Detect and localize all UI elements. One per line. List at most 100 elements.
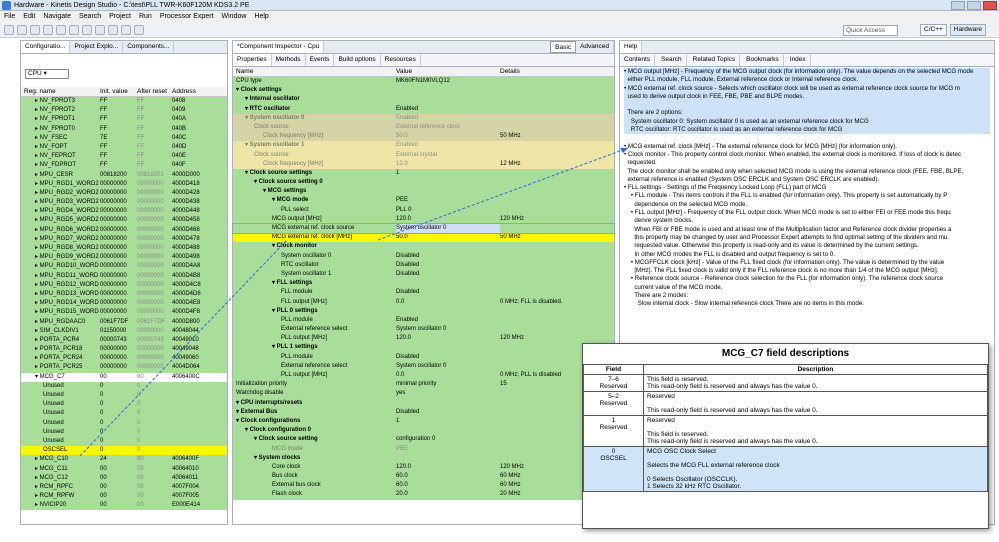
register-row[interactable]: Unused 0 0 xyxy=(21,400,227,410)
property-value[interactable]: 120.0 xyxy=(396,334,500,343)
menu-search[interactable]: Search xyxy=(79,11,101,22)
tab-component-inspector[interactable]: *Component Inspector - Cpu xyxy=(233,41,325,53)
save-icon[interactable] xyxy=(17,24,27,35)
menu-edit[interactable]: Edit xyxy=(23,11,35,22)
register-row[interactable]: ▸ MCG_C11 00 00 40064010 xyxy=(21,464,227,474)
property-row[interactable]: Initialization priority minimal priority 1… xyxy=(233,380,614,390)
property-row[interactable]: ▾ Clock source setting 0 xyxy=(233,178,614,188)
property-row[interactable]: PLL module Disabled xyxy=(233,352,614,362)
property-value[interactable] xyxy=(396,187,500,196)
property-row[interactable]: ▾ Clock configurations 1 xyxy=(233,416,614,427)
debug-icon[interactable] xyxy=(69,24,79,35)
menu-project[interactable]: Project xyxy=(109,11,131,22)
register-row[interactable]: ▸ PORTA_PCR18 00000000 00000000 40049048 xyxy=(21,345,227,355)
property-row[interactable]: External reference select System oscillat… xyxy=(233,325,614,335)
property-value[interactable] xyxy=(396,343,500,352)
property-row[interactable]: FLL output [MHz] 0.0 0 MHz; FLL is disable… xyxy=(233,297,614,307)
property-value[interactable]: System oscillator 0 xyxy=(396,224,500,234)
property-value[interactable]: External reference clock xyxy=(396,123,500,132)
property-value[interactable]: 0.0 xyxy=(396,371,500,380)
print-icon[interactable] xyxy=(30,24,40,35)
register-row[interactable]: OSCSEL 0 0 xyxy=(21,446,227,456)
property-value[interactable]: configuration 0 xyxy=(396,435,500,444)
register-row[interactable]: ▸ NV_FDPROT FF FF 040F xyxy=(21,161,227,171)
register-row[interactable]: ▸ MPU_RGD5_WORD2 00000000 00000000 4000D458 xyxy=(21,216,227,226)
build-icon[interactable] xyxy=(43,24,53,35)
property-value[interactable] xyxy=(396,307,500,316)
register-row[interactable]: ▸ MPU_RGD11_WORD 00000000 00000000 4000D4B8 xyxy=(21,271,227,281)
property-value[interactable]: yes xyxy=(396,389,500,398)
property-value[interactable] xyxy=(396,95,500,104)
register-row[interactable]: ▸ NV_FPROT3 FF FF 0408 xyxy=(21,97,227,107)
property-value[interactable]: Enabled xyxy=(396,114,500,123)
col-name[interactable]: Name xyxy=(233,67,396,76)
property-value[interactable]: Disabled xyxy=(396,353,500,362)
property-row[interactable]: External bus clock 60.0 60 MHz xyxy=(233,481,614,491)
register-row[interactable]: Unused 0 0 xyxy=(21,391,227,401)
register-row[interactable]: Unused 0 0 xyxy=(21,409,227,419)
property-value[interactable]: External crystal xyxy=(396,151,500,160)
property-row[interactable]: Core clock 120.0 120 MHz xyxy=(233,462,614,473)
property-value[interactable]: Enabled xyxy=(396,316,500,325)
register-row[interactable]: ▸ NV_FPROT1 FF FF 040A xyxy=(21,115,227,125)
property-row[interactable]: MCG output [MHz] 120.0 120 MHz xyxy=(233,214,614,224)
register-row[interactable]: ▸ NV_FOPT FF FF 040D xyxy=(21,142,227,153)
property-row[interactable]: ▾ RTC oscillator Enabled xyxy=(233,104,614,114)
property-value[interactable] xyxy=(396,178,500,187)
register-row[interactable]: ▸ PORTA_PCR24 00000000 00000000 40049060 xyxy=(21,354,227,364)
perspective-hardware[interactable]: Hardware xyxy=(949,24,986,36)
register-row[interactable]: ▸ MPU_RGD6_WORD2 00000000 00000000 4000D468 xyxy=(21,225,227,235)
register-row[interactable]: ▸ RCM_RPFW 00 00 4007F005 xyxy=(21,492,227,502)
property-row[interactable]: MCG mode PEE xyxy=(233,444,614,454)
tab-resources[interactable]: Resources xyxy=(381,54,421,66)
property-row[interactable]: FLL module Disabled xyxy=(233,288,614,298)
property-value[interactable]: 50.0 xyxy=(396,132,500,141)
cpu-select[interactable]: CPU ▾ xyxy=(25,69,69,79)
tab-project-explorer[interactable]: Project Explo... xyxy=(70,41,124,53)
register-row[interactable]: ▸ MPU_RGD1_WORD2 00000000 00000000 4000D418 xyxy=(21,179,227,189)
property-row[interactable]: ▾ Clock monitor xyxy=(233,242,614,252)
property-row[interactable]: ▾ External Bus Disabled xyxy=(233,407,614,417)
register-row[interactable]: Unused 0 0 xyxy=(21,427,227,437)
property-row[interactable]: RTC oscillator Disabled xyxy=(233,260,614,270)
clean-icon[interactable] xyxy=(56,24,66,35)
property-row[interactable]: MCG external ref. clock [MHz] 50.0 50 MHz xyxy=(233,233,614,243)
quick-access-input[interactable]: Quick Access xyxy=(843,25,898,36)
property-value[interactable]: 1 xyxy=(396,417,500,426)
property-value[interactable]: minimal priority xyxy=(396,380,500,389)
property-value[interactable]: 120.0 xyxy=(396,463,500,472)
register-row[interactable]: ▸ MPU_RGD13_WORD 00000000 00000000 4000D4D8 xyxy=(21,289,227,300)
menu-run[interactable]: Run xyxy=(139,11,152,22)
register-row[interactable]: ▸ MPU_RGD9_WORD2 00000000 00000000 4000D498 xyxy=(21,253,227,263)
property-value[interactable]: 50.0 xyxy=(396,233,500,242)
property-row[interactable]: ▾ PLL 0 settings xyxy=(233,306,614,316)
register-row[interactable]: ▸ MPU_RGD2_WORD2 00000000 00000000 4000D428 xyxy=(21,188,227,199)
help-contents-button[interactable]: Contents xyxy=(620,54,656,66)
property-value[interactable]: MK60FN1M0VLQ12 xyxy=(396,77,500,86)
property-row[interactable]: ▾ MCG mode PEE xyxy=(233,196,614,206)
forward-icon[interactable] xyxy=(134,24,144,35)
property-row[interactable]: ▾ FLL settings xyxy=(233,279,614,289)
register-row[interactable]: ▸ SIM_CLKDIV1 01150000 00000000 40048044 xyxy=(21,326,227,336)
property-row[interactable]: System oscillator 1 Disabled xyxy=(233,269,614,280)
property-value[interactable]: 120.0 xyxy=(396,215,500,224)
register-row[interactable]: ▸ NVICIP20 00 00 E000E414 xyxy=(21,501,227,511)
register-row[interactable]: ▸ PORTA_PCR25 00000000 00000000 4004D064 xyxy=(21,363,227,373)
register-row[interactable]: ▸ MPU_RGD4_WORD2 00000000 00000000 4000D448 xyxy=(21,207,227,217)
col-after-reset[interactable]: After reset xyxy=(137,87,172,96)
property-value[interactable] xyxy=(396,454,500,463)
menu-processor-expert[interactable]: Processor Expert xyxy=(160,11,214,22)
property-row[interactable]: ▾ System oscillator 1 Enabled xyxy=(233,141,614,151)
tab-configurations[interactable]: Configuratio... xyxy=(21,41,71,53)
maximize-button[interactable] xyxy=(967,1,981,10)
tab-methods[interactable]: Methods xyxy=(272,54,306,66)
property-row[interactable]: ▾ CPU interrupts/resets xyxy=(233,398,614,408)
property-row[interactable]: ▾ MCG settings xyxy=(233,187,614,197)
property-row[interactable]: Flash clock 20.0 20 MHz xyxy=(233,490,614,500)
property-value[interactable]: 20.0 xyxy=(396,490,500,499)
tab-events[interactable]: Events xyxy=(306,54,335,66)
help-index-button[interactable]: Index xyxy=(786,54,811,66)
col-address[interactable]: Address xyxy=(172,87,212,96)
menu-navigate[interactable]: Navigate xyxy=(43,11,71,22)
property-row[interactable]: Watchdog disable yes xyxy=(233,389,614,399)
